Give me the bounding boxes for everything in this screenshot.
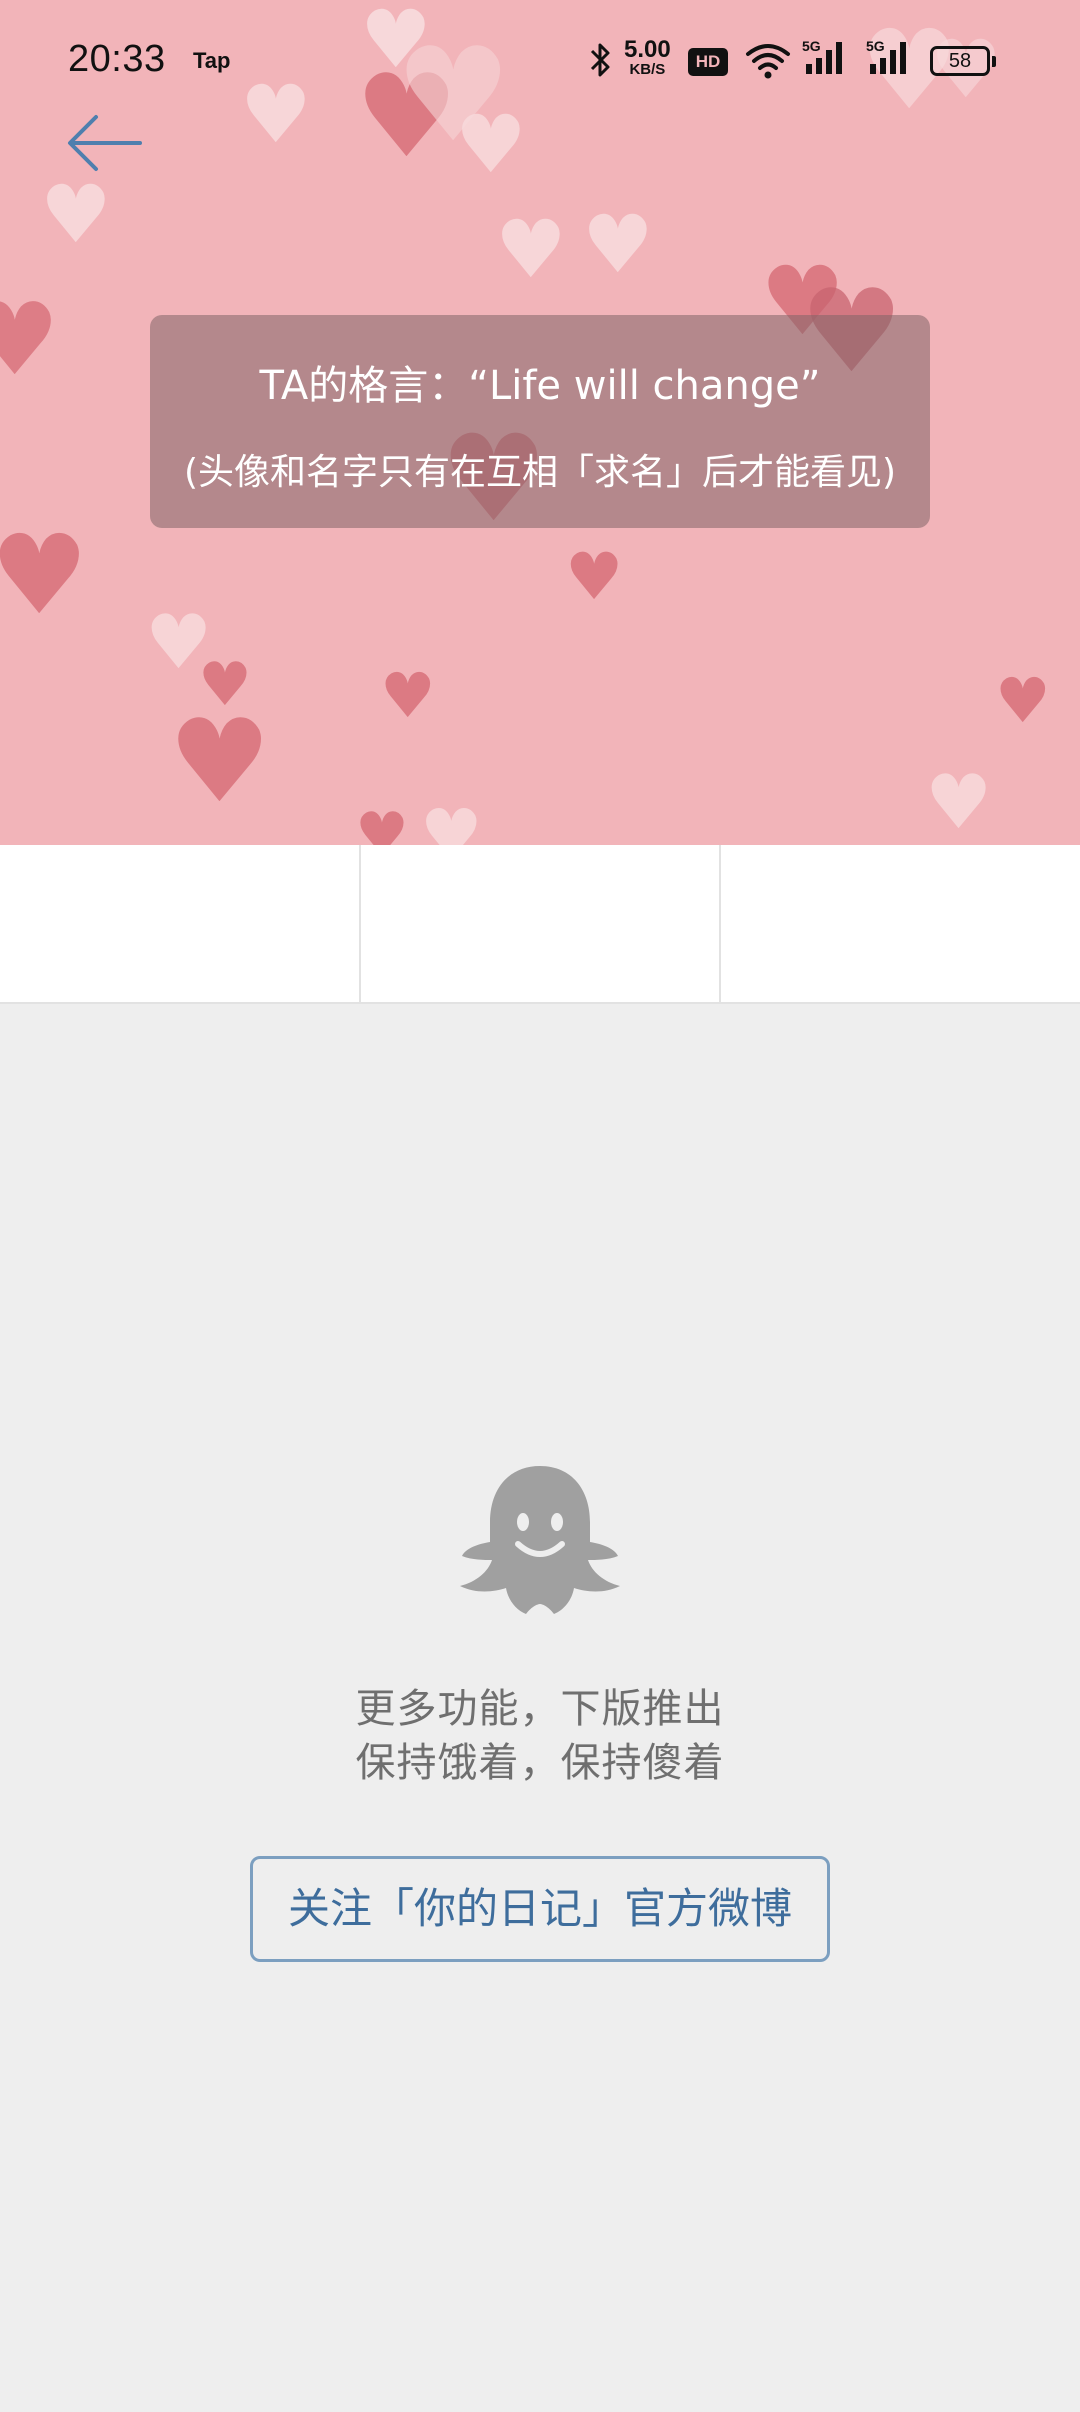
- heart-decoration: ♥: [420, 794, 483, 845]
- network-type-label: 5G: [866, 38, 885, 54]
- network-speed-value: 5.00: [624, 36, 671, 63]
- network-speed-unit: KB/S: [629, 61, 666, 78]
- heart-decoration: ♥: [380, 659, 436, 732]
- heart-decoration: ♥: [495, 203, 567, 296]
- arrow-left-icon: [68, 115, 142, 171]
- battery-indicator: 58: [930, 46, 996, 76]
- motto-card: TA的格言：“Life will change” (头像和名字只有在互相「求名」…: [150, 315, 930, 528]
- hd-voice-icon: HD: [688, 48, 728, 76]
- heart-decoration: ♥: [582, 198, 654, 291]
- motto-note: (头像和名字只有在互相「求名」后才能看见): [183, 452, 897, 493]
- heart-decoration: ♥: [0, 281, 60, 398]
- follow-weibo-button[interactable]: 关注「你的日记」官方微博: [250, 1856, 830, 1962]
- network-speed: 5.00 KB/S: [624, 36, 671, 78]
- empty-state-line2: 保持饿着，保持傻着: [355, 1740, 725, 1786]
- network-type-label: 5G: [802, 38, 821, 54]
- ghost-icon: [450, 1460, 630, 1630]
- heart-decoration: ♥: [0, 511, 89, 639]
- signal-5g-icon: 5G: [866, 38, 918, 84]
- tab-bar: [0, 845, 1080, 1004]
- status-time: 20:33: [68, 38, 166, 80]
- empty-state-line1: 更多功能，下版推出: [355, 1686, 725, 1732]
- back-button[interactable]: [62, 105, 152, 185]
- heart-decoration: ♥: [355, 800, 409, 845]
- tab-2[interactable]: [361, 845, 722, 1002]
- tab-1[interactable]: [0, 845, 361, 1002]
- heart-decoration: ♥: [925, 758, 993, 845]
- signal-5g-icon: 5G: [802, 38, 854, 84]
- motto-text: TA的格言：“Life will change”: [259, 363, 821, 409]
- bluetooth-icon: [588, 40, 614, 84]
- heart-decoration: ♥: [995, 664, 1051, 737]
- status-app-indicator: Tap: [193, 48, 231, 73]
- wifi-icon: [744, 40, 792, 84]
- tab-3[interactable]: [721, 845, 1080, 1002]
- status-bar: 20:33 Tap 5.00 KB/S HD 5G 5G 58: [0, 0, 1080, 120]
- heart-decoration: ♥: [168, 695, 272, 829]
- heart-decoration: ♥: [565, 540, 624, 615]
- heart-decoration: ♥: [40, 168, 112, 261]
